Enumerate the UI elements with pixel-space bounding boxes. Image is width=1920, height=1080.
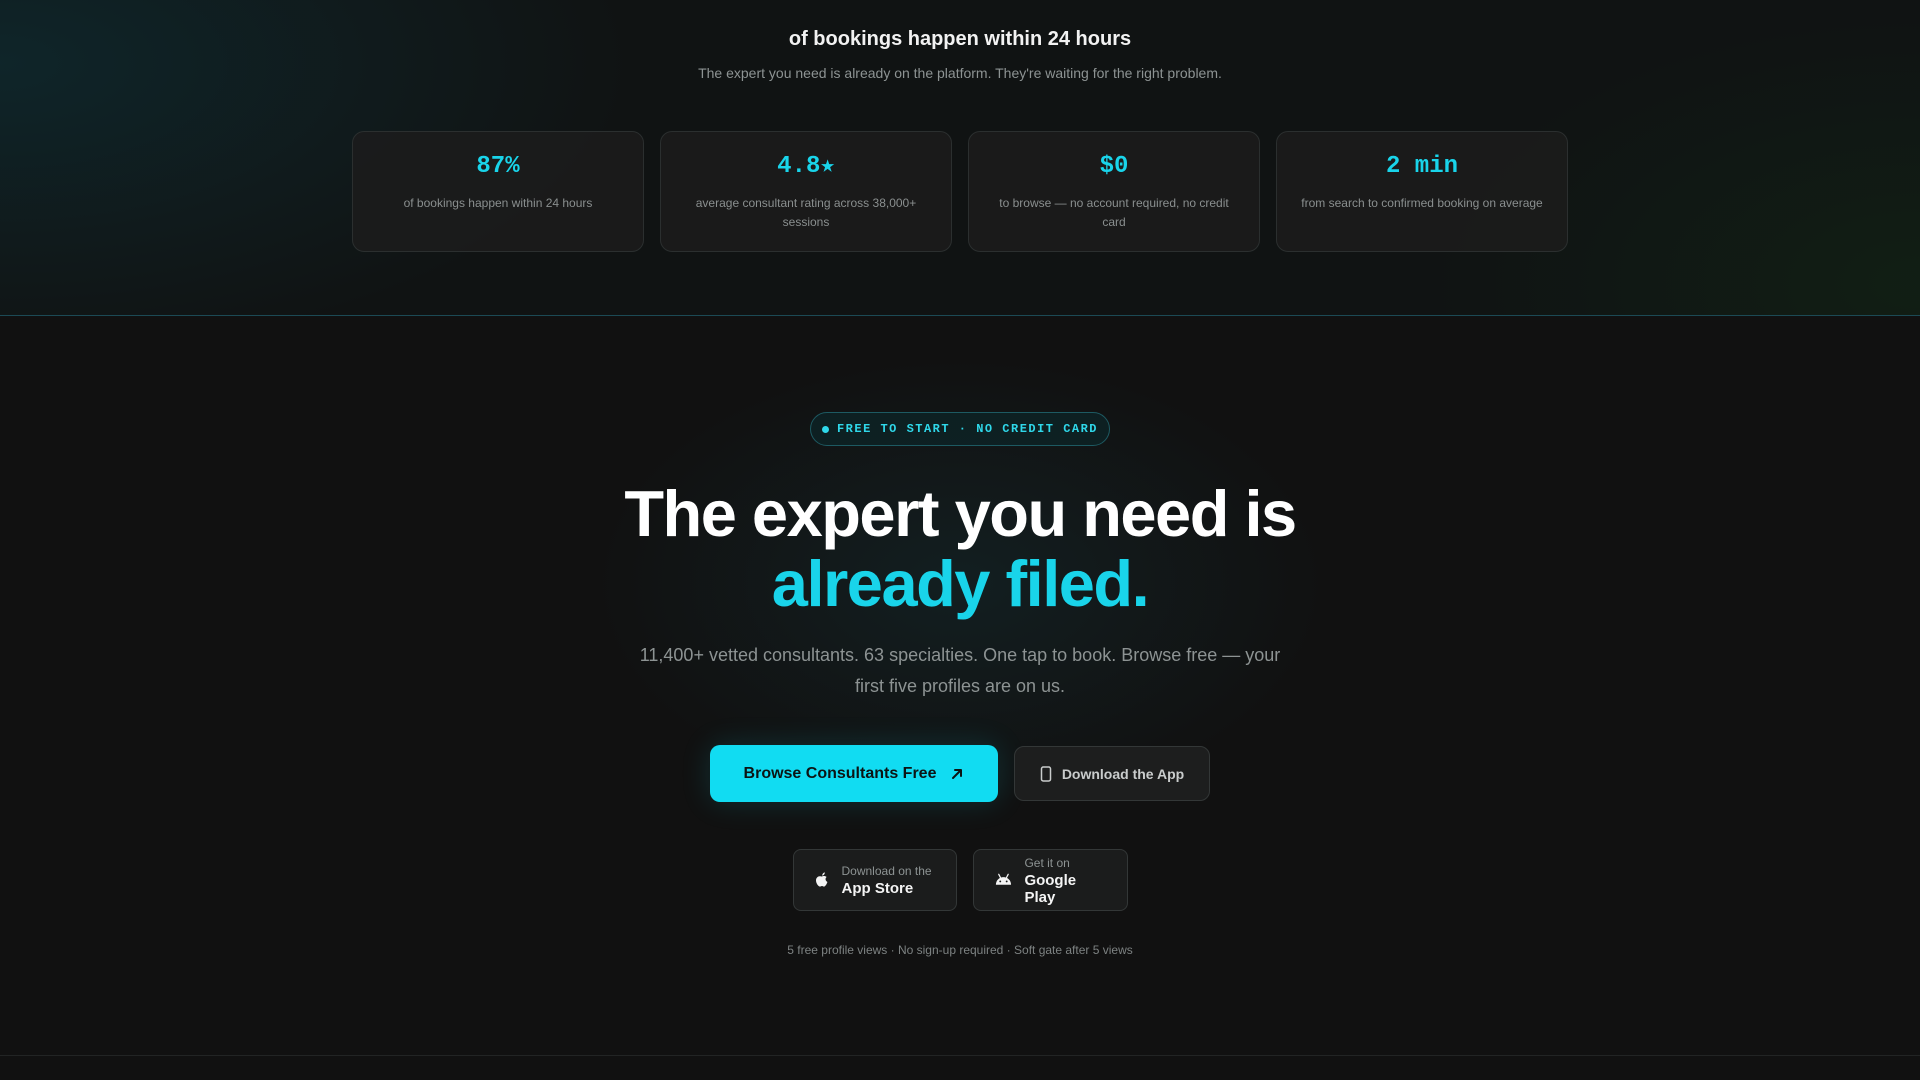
stats-section-subtitle: The expert you need is already on the pl… xyxy=(698,65,1222,81)
stat-description: of bookings happen within 24 hours xyxy=(403,196,593,210)
phone-icon xyxy=(1040,765,1052,782)
stat-card-price: $0 to browse — no account required, no c… xyxy=(968,131,1260,252)
hero-subheadline: 11,400+ vetted consultants. 63 specialti… xyxy=(639,645,1281,696)
browse-consultants-label: Browse Consultants Free xyxy=(743,764,937,782)
hero-headline: The expert you need is already filed. xyxy=(0,479,1920,619)
stat-description: average consultant rating across 38,000+… xyxy=(695,196,917,229)
stat-description: to browse — no account required, no cred… xyxy=(999,196,1229,229)
google-play-button[interactable]: Get it on Google Play xyxy=(972,849,1128,911)
stats-section-title: of bookings happen within 24 hours xyxy=(788,28,1132,50)
stat-value: 87% xyxy=(476,153,520,180)
google-play-small-label: Get it on xyxy=(1024,855,1070,870)
stat-card-speed: 2 min from search to confirmed booking o… xyxy=(1276,131,1568,252)
fine-print: 5 free profile views · No sign-up requir… xyxy=(787,943,1133,957)
hero-section: FREE TO START · NO CREDIT CARD The exper… xyxy=(0,317,1920,1056)
google-play-label: Google Play xyxy=(1024,871,1077,906)
app-store-label: App Store xyxy=(841,880,914,897)
dot-icon xyxy=(821,425,829,433)
cta-buttons: Browse Consultants Free Download the App xyxy=(0,745,1920,802)
store-badges: Download on the App Store Get it on Goog… xyxy=(0,849,1920,911)
download-app-label: Download the App xyxy=(1061,765,1185,782)
browse-consultants-button[interactable]: Browse Consultants Free xyxy=(710,745,998,802)
stat-card-bookings: 87% of bookings happen within 24 hours xyxy=(352,131,644,252)
free-badge-label: FREE TO START · NO CREDIT CARD xyxy=(836,422,1099,436)
stats-section: of bookings happen within 24 hours The e… xyxy=(0,0,1920,316)
download-app-button[interactable]: Download the App xyxy=(1014,746,1210,801)
stat-card-rating: 4.8★ average consultant rating across 38… xyxy=(660,131,952,252)
apple-icon xyxy=(815,871,827,887)
stat-value: 4.8★ xyxy=(777,153,835,180)
hero-headline-accent: already filed. xyxy=(771,547,1150,620)
next-section-edge xyxy=(0,1056,1920,1080)
stats-grid: 87% of bookings happen within 24 hours 4… xyxy=(352,131,1568,252)
stat-value: $0 xyxy=(1099,153,1129,180)
stat-value: 2 min xyxy=(1385,153,1458,180)
arrow-up-right-icon xyxy=(952,768,963,779)
app-store-button[interactable]: Download on the App Store xyxy=(792,849,957,911)
free-badge: FREE TO START · NO CREDIT CARD xyxy=(810,412,1110,446)
landing-page: of bookings happen within 24 hours The e… xyxy=(0,0,1920,1080)
android-icon xyxy=(995,873,1011,885)
app-store-small-label: Download on the xyxy=(841,864,932,878)
stat-description: from search to confirmed booking on aver… xyxy=(1301,196,1543,210)
hero-headline-line1: The expert you need is xyxy=(624,477,1297,550)
